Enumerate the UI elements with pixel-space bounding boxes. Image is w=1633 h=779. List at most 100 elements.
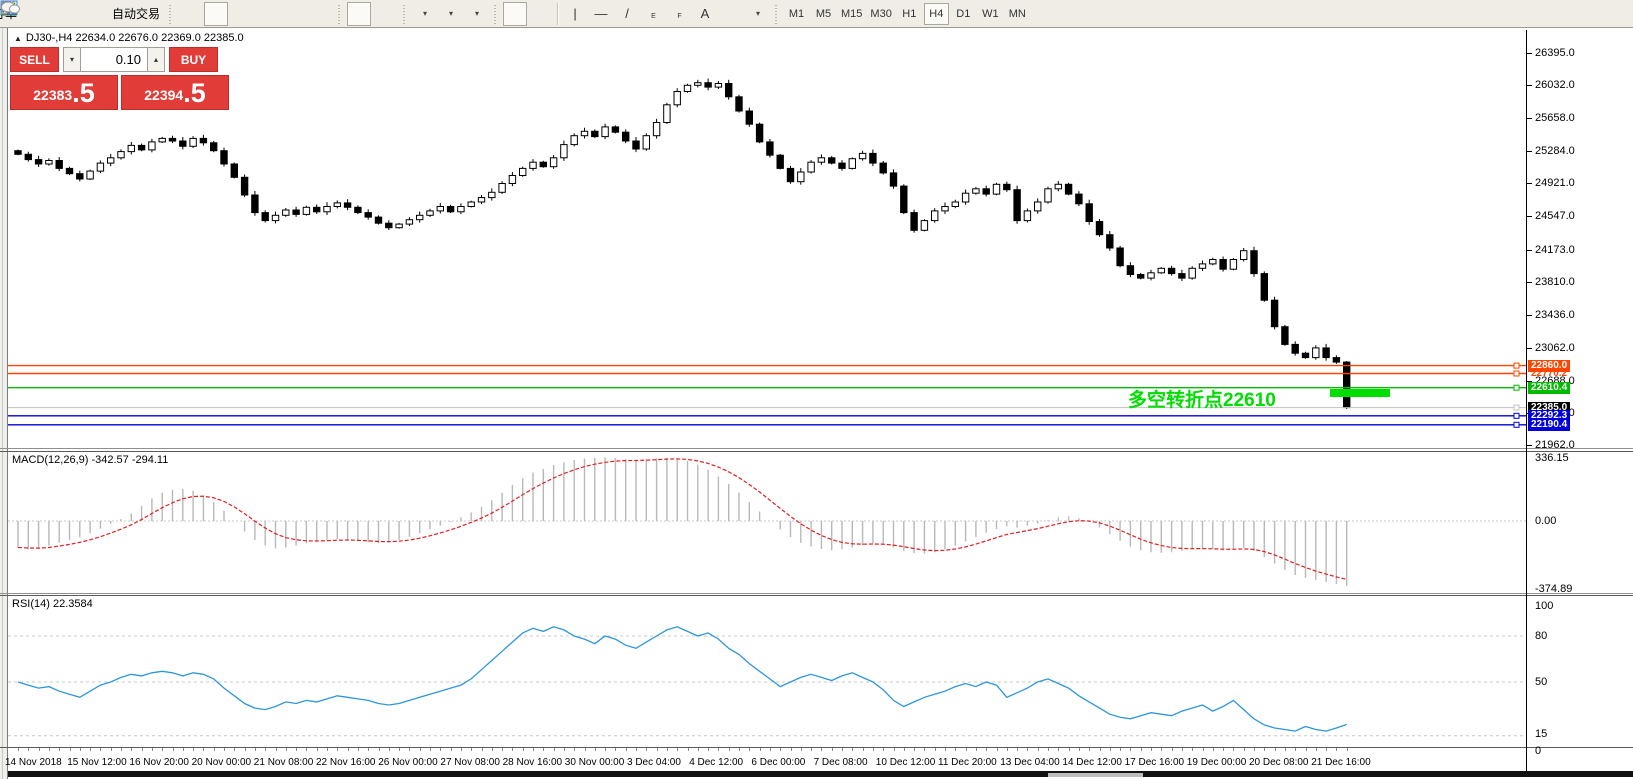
time-tick: [1347, 748, 1348, 751]
timeframe-m30[interactable]: M30: [867, 3, 894, 25]
time-tick: [811, 748, 812, 751]
time-tick: [749, 748, 750, 751]
time-tick: [152, 748, 153, 751]
time-tick: [1213, 748, 1214, 751]
toolbar-grip[interactable]: [337, 4, 342, 24]
horizontal-scrollbar-thumb[interactable]: [1048, 773, 1143, 777]
time-tick: [1017, 748, 1018, 751]
vertical-line-tool[interactable]: |: [563, 2, 587, 26]
time-tick: [966, 748, 967, 751]
trendline-tool[interactable]: /: [615, 2, 639, 26]
toolbar-grip[interactable]: [774, 4, 779, 24]
arrows-tool-dropdown[interactable]: ▾: [745, 2, 769, 26]
chart-shift-button[interactable]: [373, 2, 397, 26]
time-tick: [729, 748, 730, 751]
time-tick: [543, 748, 544, 751]
rsi-pane[interactable]: RSI(14) 22.3584: [8, 596, 1526, 746]
date-label: 21 Nov 08:00: [254, 757, 314, 768]
new-chart-dropdown[interactable]: ▾: [412, 2, 436, 26]
pane-separator[interactable]: [0, 448, 1633, 449]
time-tick: [1079, 748, 1080, 751]
volume-up-button[interactable]: ▴: [147, 47, 165, 72]
timeframe-m15[interactable]: M15: [838, 3, 865, 25]
time-tick: [296, 748, 297, 751]
time-tick: [615, 748, 616, 751]
timeframe-h4[interactable]: H4: [924, 3, 949, 25]
tile-windows-button[interactable]: [308, 2, 332, 26]
time-tick: [1100, 748, 1101, 751]
timeframe-d1[interactable]: D1: [951, 3, 976, 25]
time-tick: [863, 748, 864, 751]
main-chart-pane[interactable]: ▲ DJ30-,H4 22634.0 22676.0 22369.0 22385…: [8, 30, 1526, 447]
equidistant-channel-tool[interactable]: E: [641, 2, 665, 26]
volume-input[interactable]: [81, 47, 147, 72]
time-tick: [245, 748, 246, 751]
time-tick: [667, 748, 668, 751]
time-tick: [1007, 748, 1008, 751]
volume-down-button[interactable]: ▾: [63, 47, 81, 72]
zoom-in-button[interactable]: [256, 2, 280, 26]
signals-icon[interactable]: [83, 2, 107, 26]
time-tick: [770, 748, 771, 751]
timeframe-mn[interactable]: MN: [1005, 3, 1030, 25]
fibonacci-tool[interactable]: F: [667, 2, 691, 26]
window-left-edge: [0, 28, 8, 779]
bar-chart-button[interactable]: [178, 2, 202, 26]
time-tick: [1130, 748, 1131, 751]
time-tick: [131, 748, 132, 751]
horizontal-line-tool[interactable]: —: [589, 2, 613, 26]
price-tick: [1527, 348, 1532, 349]
time-tick: [70, 748, 71, 751]
text-tool-icon: A: [701, 6, 710, 21]
date-label: 26 Nov 00:00: [378, 757, 438, 768]
trendline-icon: /: [625, 6, 629, 21]
macd-pane[interactable]: MACD(12,26,9) -342.57 -294.11: [8, 452, 1526, 592]
time-tick: [80, 748, 81, 751]
time-tick: [605, 748, 606, 751]
candlestick-canvas[interactable]: [8, 30, 1526, 447]
timeframe-m1[interactable]: M1: [784, 3, 809, 25]
price-tick-label: 22688.0: [1535, 375, 1575, 387]
mql5-gem-icon[interactable]: [31, 2, 55, 26]
time-tick: [677, 748, 678, 751]
crosshair-button[interactable]: [529, 2, 553, 26]
toolbar-grip[interactable]: [168, 4, 173, 24]
collapse-icon[interactable]: ▲: [14, 34, 22, 43]
timeframe-m5[interactable]: M5: [811, 3, 836, 25]
time-tick: [49, 748, 50, 751]
time-tick: [718, 748, 719, 751]
line-chart-button[interactable]: [230, 2, 254, 26]
periods-dropdown[interactable]: ▾: [438, 2, 462, 26]
price-tick: [1527, 445, 1532, 446]
search-icon[interactable]: [1543, 2, 1567, 26]
text-label-tool[interactable]: T: [719, 2, 743, 26]
timeframe-h1[interactable]: H1: [897, 3, 922, 25]
buy-price-box[interactable]: 22394.5: [121, 75, 229, 110]
sell-button[interactable]: SELL: [10, 47, 59, 72]
price-tag: 22385.0: [1528, 402, 1570, 414]
time-tick: [28, 748, 29, 751]
time-tick: [348, 748, 349, 751]
templates-dropdown[interactable]: ▾: [464, 2, 488, 26]
timeframe-w1[interactable]: W1: [978, 3, 1003, 25]
pane-separator[interactable]: [0, 593, 1633, 594]
time-tick: [39, 748, 40, 751]
zoom-out-button[interactable]: [282, 2, 306, 26]
time-tick: [739, 748, 740, 751]
community-profile-icon[interactable]: [57, 2, 81, 26]
sell-price-box[interactable]: 22383.5: [10, 75, 118, 110]
text-tool[interactable]: A: [693, 2, 717, 26]
time-tick: [90, 748, 91, 751]
toolbar-grip[interactable]: [493, 4, 498, 24]
buy-button[interactable]: BUY: [169, 47, 218, 72]
date-label: 3 Dec 04:00: [627, 757, 681, 768]
toolbar-grip[interactable]: [402, 4, 407, 24]
auto-scroll-button[interactable]: [347, 2, 371, 26]
cursor-button[interactable]: [503, 2, 527, 26]
autotrading-button[interactable]: 自动交易: [109, 2, 163, 26]
time-tick: [203, 748, 204, 751]
chat-icon[interactable]: [1569, 2, 1593, 26]
timeframe-group: M1M5M15M30H1H4D1W1MN: [783, 3, 1031, 25]
time-tick: [698, 748, 699, 751]
candlestick-chart-button[interactable]: [204, 2, 228, 26]
